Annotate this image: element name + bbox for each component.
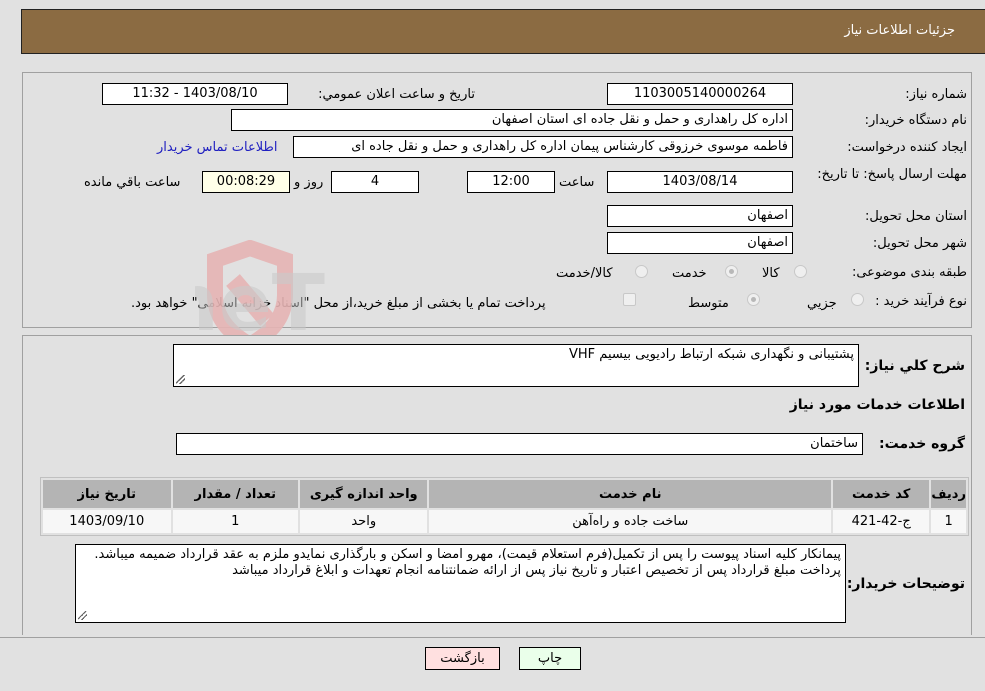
resize-grip-icon[interactable] bbox=[78, 611, 87, 620]
purchase-option-medium: متوسط bbox=[688, 296, 729, 311]
col-service-code: کد خدمت bbox=[832, 480, 930, 508]
cell-need-date: 1403/09/10 bbox=[43, 510, 171, 533]
col-unit: واحد اندازه گيری bbox=[300, 480, 428, 508]
description-text: پشتیبانی و نگهداری شبکه ارتباط رادیویی ب… bbox=[569, 347, 854, 362]
category-option-goods: کالا bbox=[762, 266, 780, 281]
page-header: جزئيات اطلاعات نياز bbox=[21, 9, 985, 54]
need-number-field[interactable]: 1103005140000264 bbox=[607, 83, 793, 105]
days-label: روز و bbox=[294, 175, 324, 190]
buyer-notes-label: توضيحات خريدار: bbox=[846, 576, 965, 592]
purchase-type-label: نوع فرآیند خرید : bbox=[875, 294, 967, 309]
buyer-notes-textarea[interactable]: پیمانکار کلیه اسناد پیوست را پس از تکمیل… bbox=[75, 544, 846, 623]
province-field[interactable]: اصفهان bbox=[607, 205, 793, 227]
table-header-row: رديف کد خدمت نام خدمت واحد اندازه گيری ت… bbox=[43, 480, 966, 508]
creator-field[interactable]: فاطمه موسوی خرزوقی کارشناس پیمان اداره ک… bbox=[293, 136, 793, 158]
treasury-checkbox-label: پرداخت تمام یا بخشی از مبلغ خرید،از محل … bbox=[131, 296, 546, 311]
description-label: شرح کلي نياز: bbox=[864, 358, 965, 374]
buyer-contact-link[interactable]: اطلاعات تماس خريدار bbox=[157, 140, 277, 155]
cell-service-code: ج-42-421 bbox=[832, 510, 930, 533]
table-row: 1 ج-42-421 ساخت جاده و راه‌آهن واحد 1 14… bbox=[43, 510, 966, 533]
deadline-label: مهلت ارسال پاسخ: تا تاريخ: bbox=[817, 167, 967, 182]
print-button[interactable]: چاپ bbox=[519, 647, 581, 670]
col-need-date: تاريخ نياز bbox=[43, 480, 171, 508]
cell-quantity: 1 bbox=[172, 510, 298, 533]
cell-service-name: ساخت جاده و راه‌آهن bbox=[429, 510, 831, 533]
province-label: استان محل تحويل: bbox=[865, 209, 967, 224]
city-label: شهر محل تحويل: bbox=[872, 236, 967, 251]
col-row-number: رديف bbox=[931, 480, 966, 508]
col-quantity: تعداد / مقدار bbox=[172, 480, 298, 508]
buyer-org-field[interactable]: اداره کل راهداری و حمل و نقل جاده ای است… bbox=[231, 109, 793, 131]
city-field[interactable]: اصفهان bbox=[607, 232, 793, 254]
footer-divider bbox=[0, 637, 985, 638]
purchase-radio-minor[interactable] bbox=[851, 293, 864, 306]
page-title: جزئيات اطلاعات نياز bbox=[844, 23, 955, 38]
service-group-field[interactable]: ساختمان bbox=[176, 433, 863, 455]
announce-date-field[interactable]: 1403/08/10 - 11:32 bbox=[102, 83, 288, 105]
buyer-org-label: نام دستگاه خريدار: bbox=[864, 113, 967, 128]
deadline-date-field[interactable]: 1403/08/14 bbox=[607, 171, 793, 193]
description-textarea[interactable]: پشتیبانی و نگهداری شبکه ارتباط رادیویی ب… bbox=[173, 344, 859, 387]
category-radio-goods[interactable] bbox=[794, 265, 807, 278]
remaining-days-field[interactable]: 4 bbox=[331, 171, 419, 193]
service-group-label: گروه خدمت: bbox=[879, 436, 965, 452]
treasury-checkbox[interactable] bbox=[623, 293, 636, 306]
deadline-time-field[interactable]: 12:00 bbox=[467, 171, 555, 193]
back-button[interactable]: بازگشت bbox=[425, 647, 500, 670]
purchase-option-minor: جزيي bbox=[807, 296, 837, 311]
remaining-label: ساعت باقي مانده bbox=[84, 175, 181, 190]
category-option-service: خدمت bbox=[672, 266, 707, 281]
buyer-notes-text: پیمانکار کلیه اسناد پیوست را پس از تکمیل… bbox=[94, 547, 841, 578]
services-heading: اطلاعات خدمات مورد نياز bbox=[789, 397, 965, 413]
category-option-goods-service: کالا/خدمت bbox=[556, 266, 613, 281]
cell-unit: واحد bbox=[300, 510, 428, 533]
need-number-label: شماره نياز: bbox=[905, 87, 967, 102]
category-radio-service[interactable] bbox=[725, 265, 738, 278]
purchase-radio-medium[interactable] bbox=[747, 293, 760, 306]
remaining-time-field[interactable]: 00:08:29 bbox=[202, 171, 290, 193]
resize-grip-icon[interactable] bbox=[176, 375, 185, 384]
col-service-name: نام خدمت bbox=[429, 480, 831, 508]
services-table: رديف کد خدمت نام خدمت واحد اندازه گيری ت… bbox=[40, 477, 969, 536]
category-label: طبقه بندی موضوعی: bbox=[851, 265, 967, 280]
announce-date-label: تاريخ و ساعت اعلان عمومي: bbox=[318, 87, 475, 102]
creator-label: ايجاد کننده درخواست: bbox=[847, 140, 967, 155]
cell-row-number: 1 bbox=[931, 510, 966, 533]
category-radio-goods-service[interactable] bbox=[635, 265, 648, 278]
deadline-time-label: ساعت bbox=[559, 175, 595, 190]
